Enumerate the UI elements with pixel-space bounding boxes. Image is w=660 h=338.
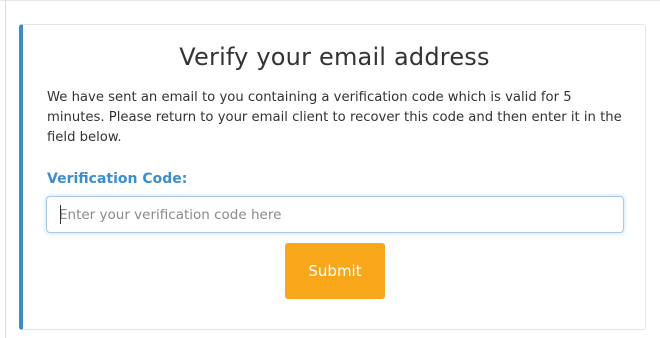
page: Verify your email address We have sent a… (0, 0, 660, 338)
text-caret (60, 205, 61, 224)
verification-message: We have sent an email to you containing … (47, 90, 622, 145)
page-top-divider (0, 0, 660, 1)
verify-email-card: Verify your email address We have sent a… (19, 24, 646, 330)
verification-code-input[interactable] (46, 196, 624, 233)
page-left-divider (5, 0, 6, 338)
card-title: Verify your email address (179, 43, 490, 71)
submit-button[interactable]: Submit (285, 243, 385, 299)
verification-code-label: Verification Code: (47, 171, 188, 187)
